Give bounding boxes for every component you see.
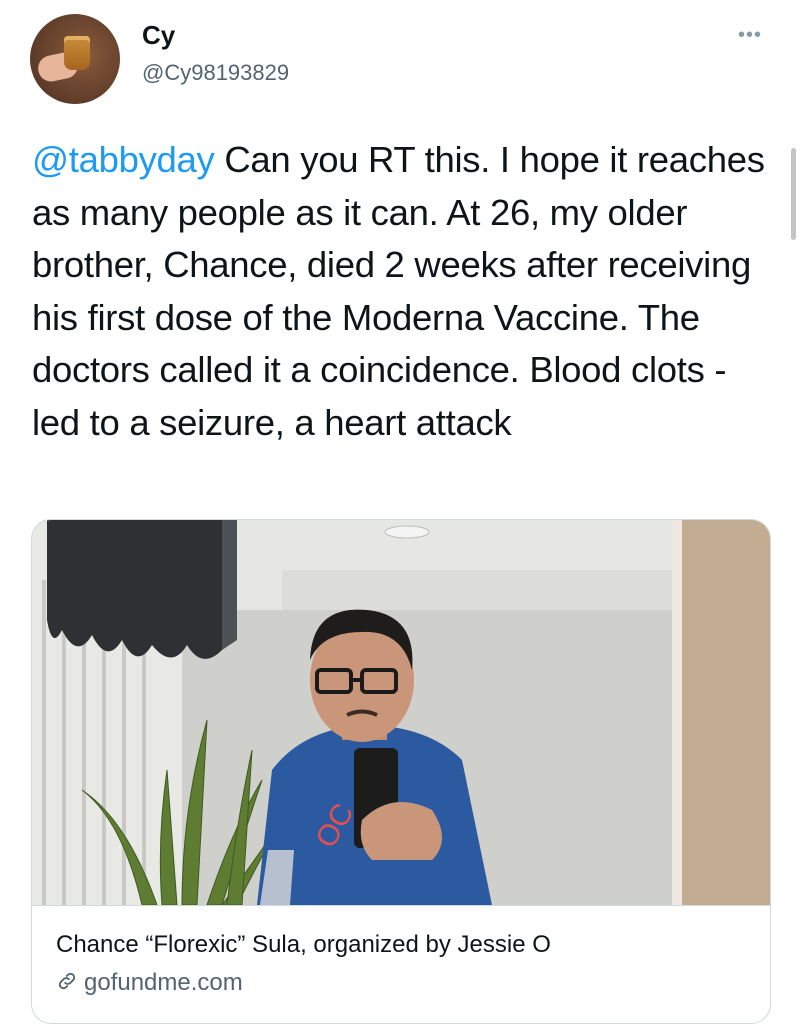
card-domain-text: gofundme.com: [84, 969, 243, 996]
card-footer[interactable]: Chance “Florexic” Sula, organized by Jes…: [32, 905, 770, 1023]
link-card[interactable]: OC Chance “Florexic” Sula, organized by …: [31, 519, 771, 1024]
display-name[interactable]: Cy: [142, 20, 175, 51]
tweet[interactable]: Cy @Cy98193829 ••• @tabbyday Can you RT …: [0, 0, 800, 1024]
mention-link[interactable]: @tabbyday: [32, 139, 215, 180]
more-options-icon[interactable]: •••: [738, 24, 762, 47]
link-icon: [56, 970, 78, 999]
avatar-cup: [64, 36, 90, 70]
user-handle[interactable]: @Cy98193829: [142, 60, 289, 86]
avatar[interactable]: [30, 14, 120, 104]
scrollbar[interactable]: [791, 148, 796, 240]
card-title[interactable]: Chance “Florexic” Sula, organized by Jes…: [56, 931, 551, 959]
card-domain[interactable]: gofundme.com: [56, 969, 243, 999]
tweet-body: Can you RT this. I hope it reaches as ma…: [32, 139, 765, 443]
tweet-text: @tabbyday Can you RT this. I hope it rea…: [32, 134, 772, 449]
card-photo[interactable]: OC: [32, 520, 770, 905]
